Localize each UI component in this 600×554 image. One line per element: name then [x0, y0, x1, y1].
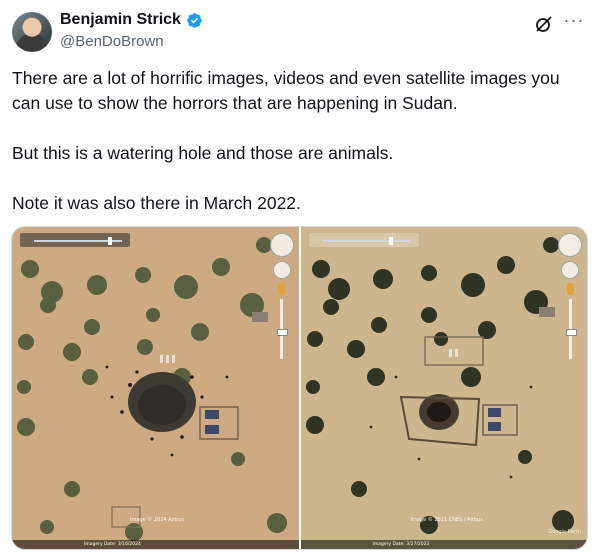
avatar[interactable]: [12, 12, 52, 52]
author-display-name[interactable]: Benjamin Strick: [60, 11, 181, 29]
zoom-slider[interactable]: [277, 299, 288, 359]
compass-icon[interactable]: [269, 233, 294, 257]
tweet-text: There are a lot of horrific images, vide…: [12, 66, 588, 241]
satellite-image-left[interactable]: Image © 2024 Airbus Imagery Date: 3/16/2…: [12, 227, 299, 549]
zoom-slider[interactable]: [565, 299, 577, 359]
pan-control-icon[interactable]: [561, 261, 579, 279]
tweet-media[interactable]: Image © 2024 Airbus Imagery Date: 3/16/2…: [11, 226, 588, 550]
status-bar: Imagery Date: 3/16/2024: [12, 540, 299, 549]
author-handle[interactable]: @BenDoBrown: [60, 33, 164, 50]
timeline-slider[interactable]: [20, 233, 130, 247]
street-view-icon[interactable]: [566, 283, 574, 295]
pan-control-icon[interactable]: [272, 261, 291, 279]
tweet-paragraph: There are a lot of horrific images, vide…: [12, 68, 560, 113]
tweet-header: Benjamin Strick @BenDoBrown ···: [12, 10, 588, 54]
imagery-date: Imagery Date: 3/16/2024: [84, 542, 141, 547]
image-copyright: Image © 2021 CNES / Airbus: [410, 517, 483, 523]
map-navigation-controls[interactable]: [269, 233, 295, 359]
grok-icon[interactable]: [534, 14, 554, 34]
google-earth-watermark: Google Earth: [548, 529, 581, 535]
compass-icon[interactable]: [558, 233, 582, 257]
imagery-date: Imagery Date: 3/27/2022: [372, 542, 430, 547]
timeline-slider[interactable]: [308, 233, 419, 247]
author-name-row: Benjamin Strick: [60, 11, 203, 29]
tweet-paragraph: Note it was also there in March 2022.: [12, 193, 301, 213]
image-copyright: Image © 2024 Airbus: [130, 517, 184, 523]
satellite-image-right[interactable]: Image © 2021 CNES / Airbus Google Earth …: [300, 227, 587, 549]
map-navigation-controls[interactable]: [557, 233, 583, 359]
status-bar: Imagery Date: 3/27/2022: [300, 540, 587, 549]
verified-badge-icon: [186, 12, 203, 29]
street-view-icon[interactable]: [278, 283, 285, 295]
tweet-paragraph: But this is a watering hole and those ar…: [12, 143, 394, 163]
more-options-icon[interactable]: ···: [562, 10, 586, 34]
